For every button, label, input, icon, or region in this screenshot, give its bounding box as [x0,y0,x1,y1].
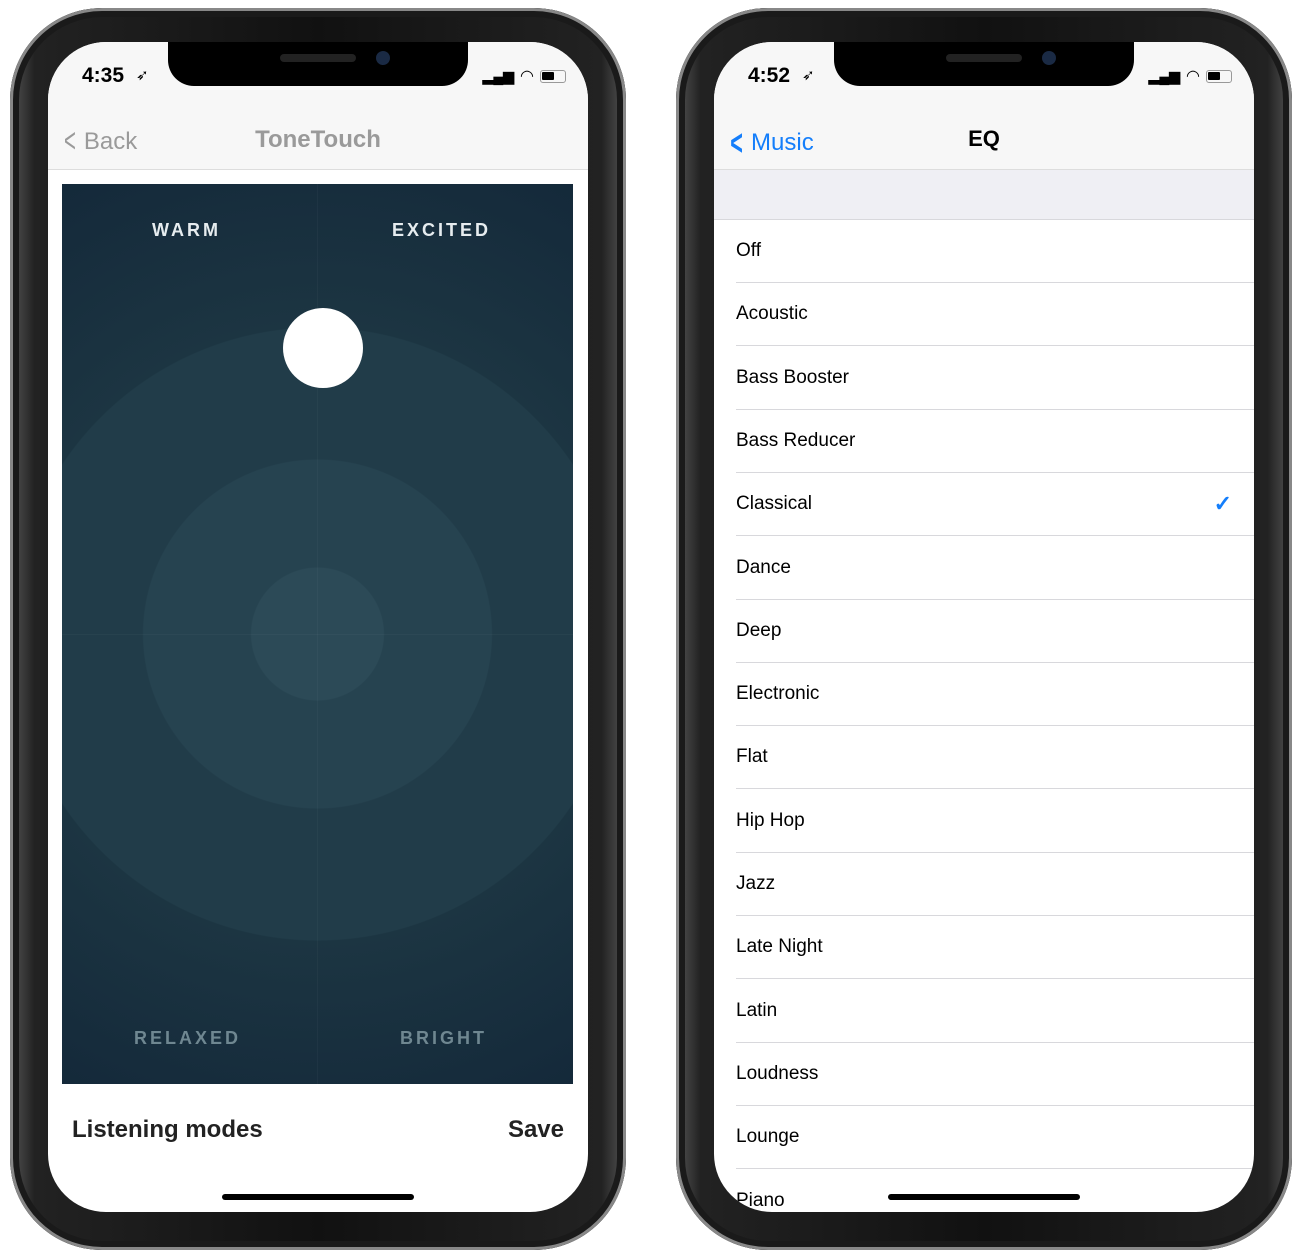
label-warm: WARM [152,220,221,240]
location-icon: ➶ [136,67,149,84]
battery-icon [540,69,566,83]
wifi-icon: ◠ [520,68,534,85]
eq-item-label: Bass Reducer [736,429,856,451]
phone-frame-right: 4:52 ➶ ▂▄▆ ◠ < Music EQ Off Acoustic Bass B… [676,8,1292,1250]
label-excited: EXCITED [392,220,492,240]
eq-item[interactable]: Dance [736,537,1254,600]
label-relaxed: RELAXED [134,1028,242,1048]
notch [834,42,1134,86]
tonetouch-screen: 4:35 ➶ ▂▄▆ ◠ < Back ToneTouch WARM EXCITE… [48,42,588,1212]
eq-item-label: Classical [736,493,813,515]
eq-item-label: Bass Booster [736,366,849,388]
home-indicator[interactable] [888,1194,1080,1200]
eq-item-label: Jazz [736,873,776,894]
eq-screen: 4:52 ➶ ▂▄▆ ◠ < Music EQ Off Acoustic Bass B… [714,42,1254,1212]
page-title: EQ [968,126,1000,151]
eq-item[interactable]: Acoustic [736,283,1254,347]
save-button[interactable]: Save [508,1116,564,1144]
phone-frame-left: 4:35 ➶ ▂▄▆ ◠ < Back ToneTouch WARM EXCITE… [10,8,626,1250]
location-icon: ➶ [802,67,815,84]
eq-item[interactable]: Late Night [736,916,1254,980]
eq-item-label: Deep [736,619,782,641]
eq-item[interactable]: Electronic [736,663,1254,727]
status-time: 4:35 [82,64,125,87]
home-indicator[interactable] [222,1194,414,1200]
eq-item[interactable]: Hip Hop [736,790,1254,853]
section-header [714,170,1254,220]
eq-item-label: Hip Hop [736,809,805,831]
eq-item[interactable]: Flat [736,726,1254,790]
eq-item[interactable]: Off [736,220,1254,283]
signal-icon: ▂▄▆ [482,67,515,84]
eq-item-label: Flat [736,746,768,768]
eq-item-label: Loudness [736,1062,819,1084]
eq-item[interactable]: Classical ✓ [736,473,1254,537]
eq-item-label: Late Night [736,936,823,958]
eq-item-label: Acoustic [736,303,808,325]
page-title: ToneTouch [255,126,381,153]
eq-item-label: Lounge [736,1126,800,1148]
eq-item-label: Electronic [736,683,820,705]
eq-item-label: Off [736,240,761,261]
battery-icon [1206,69,1232,83]
eq-item[interactable]: Bass Reducer [736,410,1254,473]
eq-item[interactable]: Piano [736,1170,1254,1213]
eq-item-label: Piano [736,1189,785,1211]
eq-item[interactable]: Lounge [736,1106,1254,1170]
status-time: 4:52 [748,64,791,87]
notch [168,42,468,86]
wifi-icon: ◠ [1186,68,1200,85]
eq-item-label: Dance [736,556,791,578]
signal-icon: ▂▄▆ [1148,67,1181,84]
eq-item[interactable]: Latin [736,980,1254,1043]
eq-item-label: Latin [736,999,778,1021]
eq-item[interactable]: Bass Booster [736,347,1254,410]
tone-touch-pad[interactable]: WARM EXCITED RELAXED BRIGHT [62,184,573,1084]
checkmark-icon: ✓ [1213,491,1232,517]
eq-item[interactable]: Jazz [736,853,1254,916]
eq-item[interactable]: Deep [736,600,1254,663]
eq-item[interactable]: Loudness [736,1043,1254,1106]
eq-list: Off Acoustic Bass Booster Bass Reducer Class… [714,220,1254,1212]
label-bright: BRIGHT [400,1028,487,1048]
listening-modes-title: Listening modes [72,1116,263,1143]
tone-handle[interactable] [283,308,363,388]
